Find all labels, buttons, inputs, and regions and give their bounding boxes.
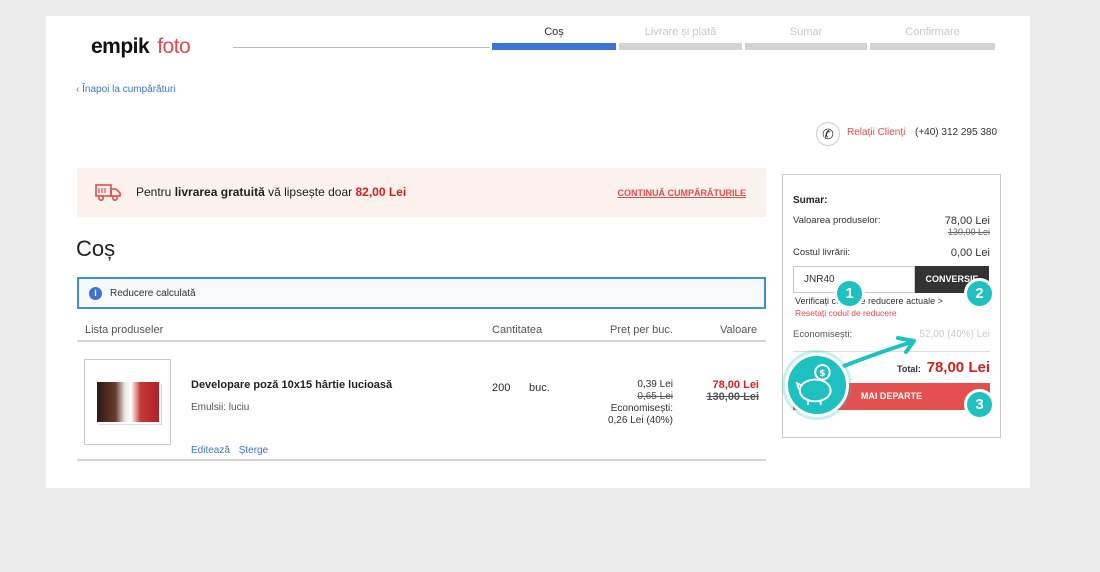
quantity-unit: buc. xyxy=(529,382,550,394)
banner-bold: livrarea gratuită xyxy=(174,185,265,199)
step-bar xyxy=(745,43,867,50)
back-to-shopping-link[interactable]: ‹ Înapoi la cumpărături xyxy=(76,84,176,95)
summary-shipping-row: Costul livrării: 0,00 Lei xyxy=(793,247,990,259)
empik-foto-logo[interactable]: empik foto xyxy=(91,35,191,59)
annotation-badge-1: 1 xyxy=(834,278,865,309)
product-actions: Editează Șterge xyxy=(191,445,274,456)
step-label: Confirmare xyxy=(905,26,960,38)
product-variant: Emulsii: luciu xyxy=(191,402,250,413)
unit-price-old: 0,65 Lei xyxy=(637,391,673,402)
unit-savings-value: 0,26 Lei (40%) xyxy=(607,415,673,426)
header-divider xyxy=(233,47,490,48)
step-confirmation: Confirmare xyxy=(870,26,995,56)
annotation-arrow-icon xyxy=(842,336,916,368)
unit-savings-label: Economisești: xyxy=(610,403,673,414)
summary-products-label: Valoarea produselor: xyxy=(793,215,881,226)
product-name[interactable]: Developare poză 10x15 hârtie lucioasă xyxy=(191,379,392,391)
summary-products-value: 78,00 Lei xyxy=(944,215,990,227)
delete-link[interactable]: Șterge xyxy=(239,445,268,456)
customer-service-phone: (+40) 312 295 380 xyxy=(915,127,998,138)
summary-shipping-label: Costul livrării: xyxy=(793,247,851,258)
line-value-old: 130,00 Lei xyxy=(706,391,759,403)
piggy-bank-icon: $ xyxy=(785,353,849,417)
delivery-truck-icon xyxy=(95,184,121,202)
step-summary: Sumar xyxy=(745,26,867,56)
summary-products-row: Valoarea produselor: 78,00 Lei 130,00 Le… xyxy=(793,215,990,237)
checkout-steps: Coș Livrare și plată Sumar Confirmare xyxy=(492,26,995,56)
line-value-current: 78,00 Lei xyxy=(712,379,759,391)
step-bar xyxy=(492,43,616,50)
customer-service-link[interactable]: Relații Clienți xyxy=(847,127,905,138)
annotation-badge-2: 2 xyxy=(964,278,995,309)
verify-discount-link[interactable]: Verificați codul de reducere actuale > xyxy=(795,296,943,306)
step-cart[interactable]: Coș xyxy=(492,26,616,56)
product-image xyxy=(97,382,162,425)
step-label: Livrare și plată xyxy=(644,26,717,38)
discount-notice: i Reducere calculată xyxy=(77,277,766,309)
step-delivery-payment: Livrare și plată xyxy=(619,26,742,56)
summary-products-values: 78,00 Lei 130,00 Lei xyxy=(945,215,990,237)
line-value: 78,00 Lei 130,00 Lei xyxy=(697,379,759,403)
annotation-badge-3: 3 xyxy=(964,389,995,420)
phone-icon: ✆ xyxy=(816,122,840,146)
header-unit-price: Preț per buc. xyxy=(610,324,673,336)
discount-notice-text: Reducere calculată xyxy=(110,288,196,299)
cart-page-card: empik foto Coș Livrare și plată Sumar Con… xyxy=(46,16,1030,488)
free-delivery-text: Pentru livrarea gratuită vă lipsește doa… xyxy=(136,185,406,199)
page-title: Coș xyxy=(76,236,116,261)
continue-shopping-link[interactable]: CONTINUĂ CUMPĂRĂTURILE xyxy=(618,188,747,198)
reset-discount-link[interactable]: Resetați codul de reducere xyxy=(795,308,897,318)
edit-link[interactable]: Editează xyxy=(191,445,230,456)
step-bar xyxy=(870,43,995,50)
logo-empik: empik xyxy=(91,35,150,58)
unit-price-current: 0,39 Lei xyxy=(637,379,673,390)
summary-savings-value: 52,00 (40%) Lei xyxy=(919,329,990,340)
header-quantity: Cantitatea xyxy=(492,324,543,336)
summary-title: Sumar: xyxy=(793,195,828,206)
unit-price: 0,39 Lei 0,65 Lei Economisești: 0,26 Lei… xyxy=(597,379,673,427)
logo-foto: foto xyxy=(157,35,191,58)
step-label: Sumar xyxy=(789,26,823,38)
free-delivery-banner: Pentru livrarea gratuită vă lipsește doa… xyxy=(77,168,766,217)
step-label: Coș xyxy=(544,26,564,38)
quantity-value[interactable]: 200 xyxy=(492,382,510,394)
summary-products-old: 130,00 Lei xyxy=(947,227,990,237)
header-products: Lista produseler xyxy=(85,324,164,336)
banner-middle: vă lipsește doar xyxy=(264,185,356,199)
banner-amount: 82,00 Lei xyxy=(355,185,407,199)
svg-text:$: $ xyxy=(819,369,825,379)
summary-shipping-value: 0,00 Lei xyxy=(950,247,990,259)
banner-prefix: Pentru xyxy=(136,185,175,199)
info-icon: i xyxy=(89,287,102,300)
step-bar xyxy=(619,43,742,50)
cart-table-header: Lista produseler Cantitatea Preț per buc… xyxy=(77,315,766,342)
table-row: Developare poză 10x15 hârtie lucioasă Em… xyxy=(77,343,766,461)
header-value: Valoare xyxy=(720,324,758,336)
product-thumbnail[interactable] xyxy=(84,359,171,445)
total-value: 78,00 Lei xyxy=(926,359,990,376)
